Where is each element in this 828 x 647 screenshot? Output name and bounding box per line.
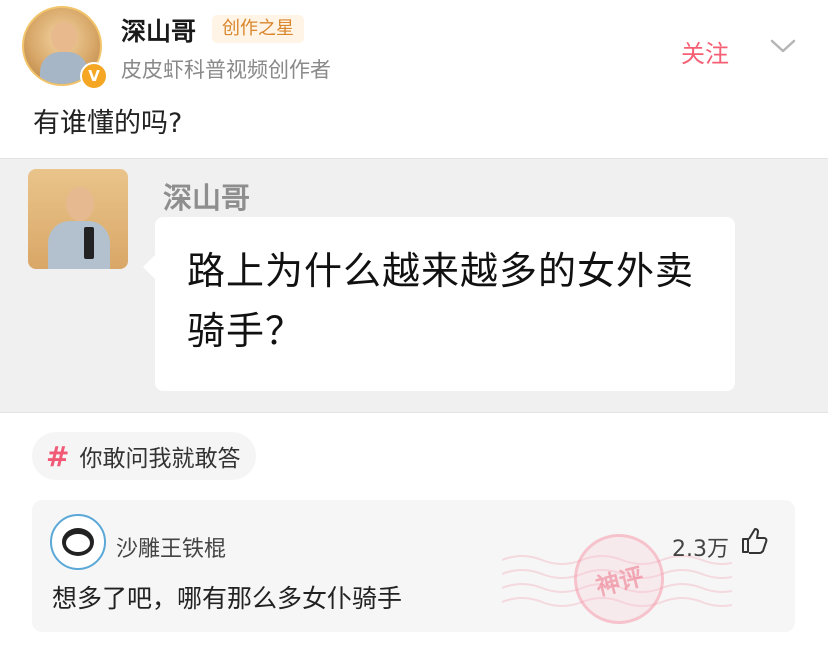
quote-author-avatar — [28, 169, 128, 269]
hashtag-icon: # — [46, 439, 70, 473]
creator-star-badge: 创作之星 — [212, 15, 304, 43]
author-name[interactable]: 深山哥 — [121, 12, 196, 48]
topic-label: 你敢问我就敢答 — [79, 446, 241, 472]
follow-button[interactable]: 关注 — [681, 34, 729, 69]
avatar-face — [51, 22, 77, 52]
comment-text: 想多了吧，哪有那么多女仆骑手 — [52, 584, 403, 613]
heart-decoration-icon: ♥ — [24, 8, 37, 24]
speech-bubble-text: 路上为什么越来越多的女外卖骑手？ — [187, 249, 695, 353]
quote-avatar-phone — [84, 227, 94, 259]
panda-face — [66, 534, 90, 552]
quote-author-name: 深山哥 — [163, 181, 251, 215]
topic-tag[interactable]: # 你敢问我就敢答 — [32, 432, 257, 480]
thumbs-up-icon[interactable] — [740, 526, 770, 556]
quote-avatar-body — [48, 221, 110, 269]
comment-like-count: 2.3万 — [672, 537, 729, 562]
speech-bubble: 路上为什么越来越多的女外卖骑手？ — [143, 217, 735, 391]
verified-badge-icon: V — [80, 62, 108, 90]
quote-avatar-face — [66, 187, 94, 221]
commenter-avatar[interactable] — [50, 514, 106, 570]
author-avatar[interactable]: ♥ V — [22, 6, 108, 90]
post-header: ♥ V 深山哥 创作之星 皮皮虾科普视频创作者 关注 — [0, 0, 828, 90]
quoted-content-card[interactable]: 深山哥 路上为什么越来越多的女外卖骑手？ — [0, 158, 828, 413]
post-text: 有谁懂的吗? — [33, 108, 183, 139]
author-description: 皮皮虾科普视频创作者 — [121, 58, 331, 82]
stamp-text: 神评 — [592, 562, 647, 601]
commenter-name[interactable]: 沙雕王铁棍 — [116, 531, 226, 563]
chevron-down-icon[interactable] — [770, 38, 796, 54]
top-comment[interactable]: 神评 沙雕王铁棍 2.3万 想多了吧，哪有那么多女仆骑手 — [32, 500, 795, 632]
